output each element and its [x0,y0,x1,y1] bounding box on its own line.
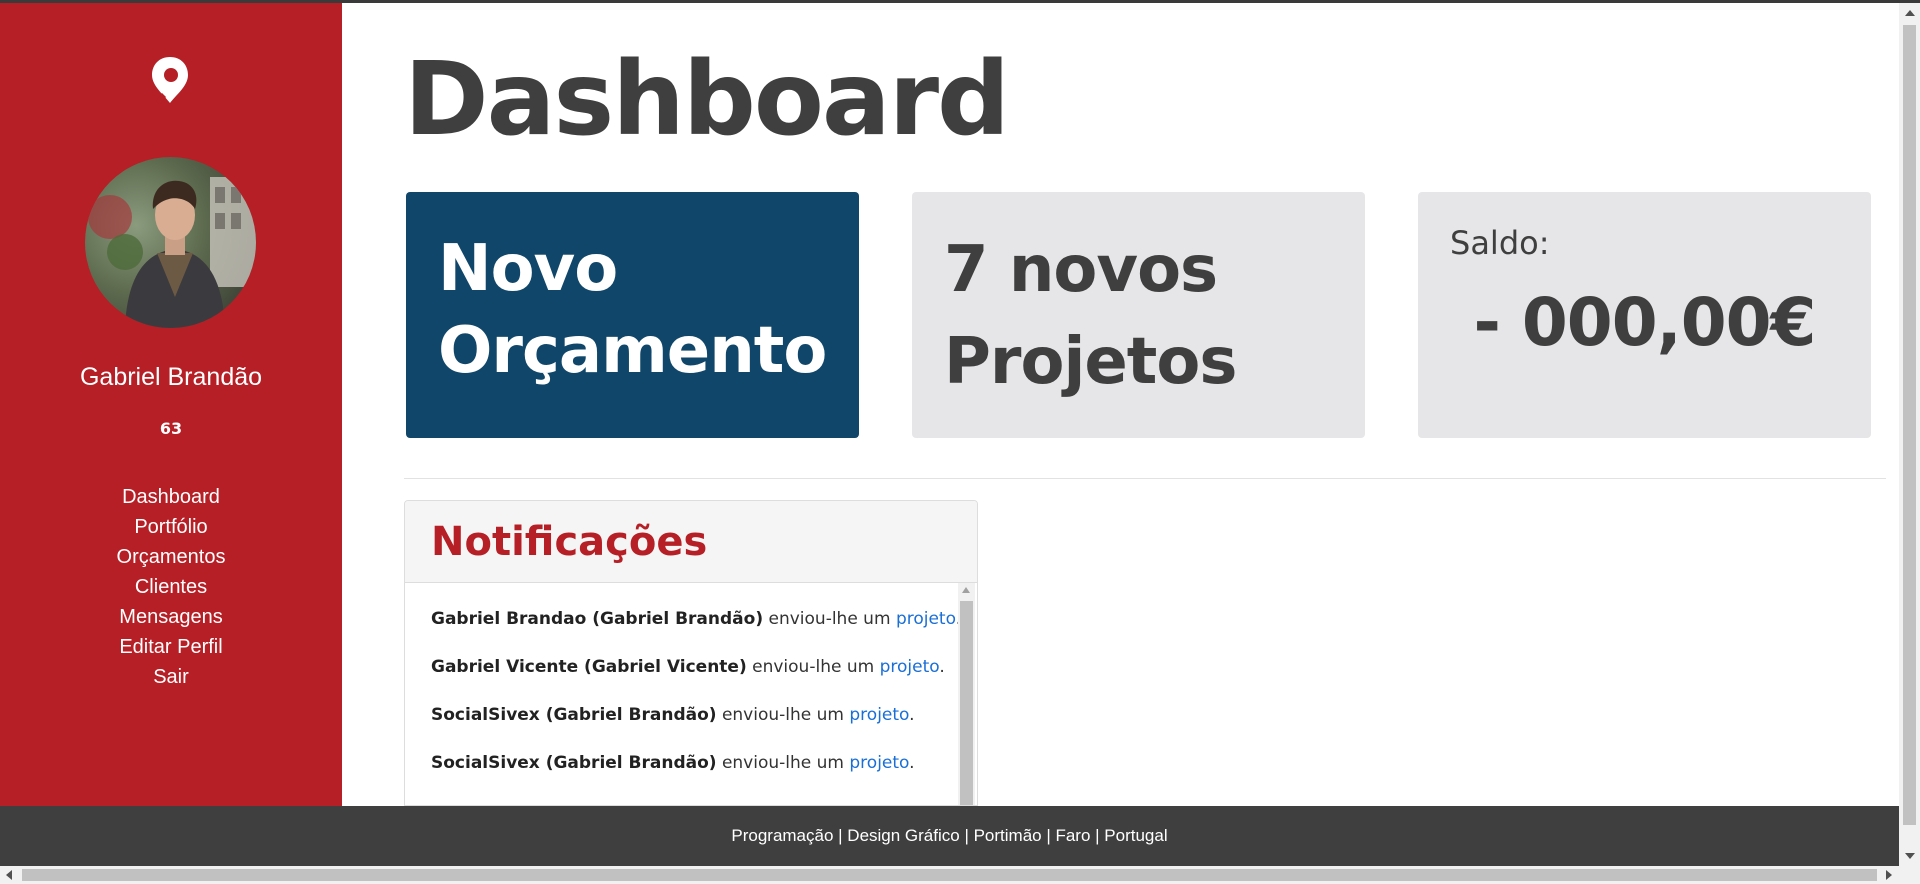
notification-item: Gabriel Brandao (Gabriel Brandão) enviou… [431,607,961,655]
scroll-up-arrow-icon[interactable] [1905,10,1915,16]
balance-label: Saldo: [1450,224,1550,262]
notification-project-link[interactable]: projeto [849,705,909,725]
nav-item-orcamentos[interactable]: Orçamentos [0,542,342,572]
new-quote-card[interactable]: Novo Orçamento [406,192,859,438]
notifications-scroll-thumb[interactable] [960,601,973,805]
sidebar: Gabriel Brandão 63 Dashboard Portfólio O… [0,3,342,806]
footer-text: Programação | Design Gráfico | Portimão … [731,826,1168,845]
new-projects-line2: Projetos [944,325,1237,399]
notification-end: . [939,657,945,677]
notification-sender: Gabriel Brandao (Gabriel Brandão) [431,609,764,629]
notification-item: SocialSivex (Gabriel Brandão) enviou-lhe… [431,703,929,751]
location-pin-icon[interactable] [150,55,190,109]
user-name: Gabriel Brandão [79,363,263,391]
scroll-right-arrow-icon[interactable] [1886,870,1892,880]
section-divider [404,478,1886,479]
avatar-photo [85,157,256,328]
notification-end: . [909,705,915,725]
nav-item-mensagens[interactable]: Mensagens [0,602,342,632]
notification-text: enviou-lhe um [716,705,850,725]
scroll-up-arrow-icon[interactable] [962,587,970,593]
new-quote-line1: Novo [438,232,618,306]
notification-item: Gabriel Vicente (Gabriel Vicente) enviou… [431,655,945,703]
nav-item-sair[interactable]: Sair [0,662,342,692]
notification-end: . [909,753,915,773]
scroll-left-arrow-icon[interactable] [6,870,12,880]
notification-item: SocialSivex (Gabriel Brandão) enviou-lhe… [431,751,929,799]
notification-text: enviou-lhe um [763,609,896,629]
notification-sender: SocialSivex (Gabriel Brandão) [431,705,717,725]
notifications-title: Notificações [431,519,708,565]
notification-sender: SocialSivex (Gabriel Brandão) [431,753,717,773]
user-points: 63 [159,419,183,438]
notification-text: enviou-lhe um [716,753,850,773]
page-horizontal-scroll-thumb[interactable] [22,869,1877,881]
new-quote-line2: Orçamento [438,314,827,388]
nav-item-portfolio[interactable]: Portfólio [0,512,342,542]
new-projects-card[interactable]: 7 novos Projetos [912,192,1365,438]
nav-item-clientes[interactable]: Clientes [0,572,342,602]
notifications-scrollbar[interactable] [958,583,975,805]
sidebar-nav: Dashboard Portfólio Orçamentos Clientes … [0,482,342,692]
notifications-header: Notificações [405,501,977,583]
page-title: Dashboard [404,40,1010,159]
notification-sender: Gabriel Vicente (Gabriel Vicente) [431,657,747,677]
nav-item-editar-perfil[interactable]: Editar Perfil [0,632,342,662]
notification-project-link[interactable]: projeto [896,609,956,629]
balance-card: Saldo: - 000,00€ [1418,192,1871,438]
scroll-down-arrow-icon[interactable] [1905,853,1915,859]
avatar[interactable] [85,157,256,328]
page-vertical-scroll-thumb[interactable] [1903,25,1916,825]
notification-project-link[interactable]: projeto [880,657,940,677]
notifications-panel: Notificações Gabriel Brandao (Gabriel Br… [404,500,978,806]
footer: Programação | Design Gráfico | Portimão … [0,806,1899,866]
notification-text: enviou-lhe um [746,657,880,677]
notifications-list: Gabriel Brandao (Gabriel Brandão) enviou… [405,583,977,805]
page-horizontal-scrollbar[interactable] [0,866,1920,884]
nav-item-dashboard[interactable]: Dashboard [0,482,342,512]
notification-project-link[interactable]: projeto [849,753,909,773]
balance-value: - 000,00€ [1473,284,1817,361]
new-projects-line1: 7 novos [944,233,1218,307]
page-vertical-scrollbar[interactable] [1899,3,1920,866]
